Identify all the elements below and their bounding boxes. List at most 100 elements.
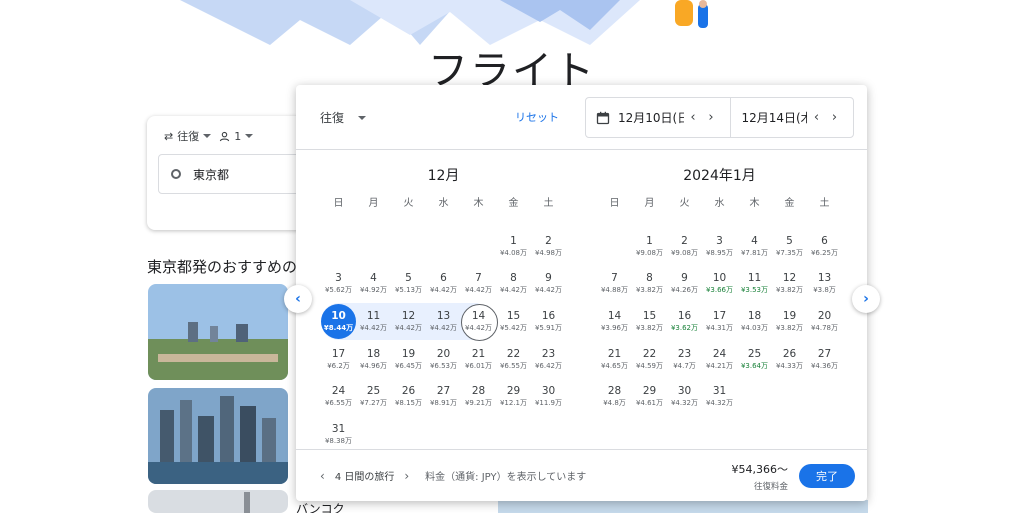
calendar-day[interactable]: 5 ¥7.35万 bbox=[772, 228, 807, 266]
calendar-day[interactable]: 27 ¥4.36万 bbox=[807, 340, 842, 378]
calendar-day[interactable]: 23 ¥6.42万 bbox=[531, 340, 566, 378]
calendar-day[interactable]: 20 ¥4.78万 bbox=[807, 303, 842, 341]
calendar-day[interactable]: 18 ¥4.96万 bbox=[356, 340, 391, 378]
day-price: ¥5.62万 bbox=[324, 286, 353, 295]
calendar-day[interactable]: 8 ¥3.82万 bbox=[632, 265, 667, 303]
passenger-selector[interactable]: 1 bbox=[219, 130, 254, 143]
calendar-day[interactable]: 24 ¥4.21万 bbox=[702, 340, 737, 378]
calendar-day[interactable]: 10 ¥8.44万 bbox=[321, 302, 356, 341]
trip-type-label: 往復 bbox=[320, 111, 345, 125]
calendar-day[interactable]: 8 ¥4.42万 bbox=[496, 265, 531, 303]
calendar-day[interactable]: 5 ¥5.13万 bbox=[391, 265, 426, 303]
calendar-day[interactable]: 14 ¥3.96万 bbox=[597, 303, 632, 341]
calendar-day[interactable]: 1 ¥9.08万 bbox=[632, 228, 667, 266]
calendar-day[interactable]: 29 ¥12.1万 bbox=[496, 378, 531, 416]
calendar-day[interactable]: 31 ¥8.38万 bbox=[321, 416, 356, 454]
calendar-day[interactable]: 15 ¥3.82万 bbox=[632, 303, 667, 341]
calendar-day[interactable]: 20 ¥6.53万 bbox=[426, 340, 461, 378]
calendar-day[interactable]: 3 ¥5.62万 bbox=[321, 265, 356, 303]
calendar-day[interactable]: 2 ¥9.08万 bbox=[667, 228, 702, 266]
calendar-day[interactable]: 18 ¥4.03万 bbox=[737, 303, 772, 341]
chevron-right-icon[interactable]: › bbox=[702, 110, 720, 125]
calendar-day[interactable]: 28 ¥9.21万 bbox=[461, 378, 496, 416]
map-preview[interactable] bbox=[498, 500, 868, 513]
chevron-left-icon[interactable]: ‹ bbox=[807, 110, 825, 125]
calendar-day[interactable]: 6 ¥6.25万 bbox=[807, 228, 842, 266]
calendar-day[interactable]: 13 ¥3.8万 bbox=[807, 265, 842, 303]
calendar-day[interactable]: 31 ¥4.32万 bbox=[702, 378, 737, 416]
calendar-day[interactable]: 16 ¥5.91万 bbox=[531, 303, 566, 341]
day-price: ¥6.25万 bbox=[810, 248, 839, 257]
destination-name[interactable]: バンコク bbox=[296, 500, 345, 513]
chevron-down-icon bbox=[358, 115, 367, 120]
day-number: 12 bbox=[782, 272, 797, 285]
day-price: ¥3.82万 bbox=[775, 286, 804, 295]
next-month-button[interactable]: › bbox=[852, 285, 880, 313]
day-number: 1 bbox=[510, 234, 517, 247]
day-price: ¥9.08万 bbox=[635, 248, 664, 257]
calendar-day[interactable]: 28 ¥4.8万 bbox=[597, 378, 632, 416]
swap-arrows-icon: ⇄ bbox=[164, 129, 174, 143]
calendar-day[interactable]: 19 ¥6.45万 bbox=[391, 340, 426, 378]
calendar-day[interactable]: 17 ¥4.31万 bbox=[702, 303, 737, 341]
calendar-day[interactable]: 22 ¥6.55万 bbox=[496, 340, 531, 378]
weekday-header: 水 bbox=[714, 198, 725, 209]
trip-type-dropdown[interactable]: 往復 bbox=[320, 109, 367, 126]
calendar-day[interactable]: 24 ¥6.55万 bbox=[321, 378, 356, 416]
calendar-day[interactable]: 19 ¥3.82万 bbox=[772, 303, 807, 341]
calendar-day[interactable]: 23 ¥4.7万 bbox=[667, 340, 702, 378]
return-date-field[interactable]: 12月14日(木 ‹ › bbox=[731, 98, 853, 137]
calendar-day[interactable]: 30 ¥11.9万 bbox=[531, 378, 566, 416]
calendar-day[interactable]: 25 ¥3.64万 bbox=[737, 340, 772, 378]
chevron-left-icon[interactable]: ‹ bbox=[320, 469, 325, 483]
calendar-day[interactable]: 2 ¥4.98万 bbox=[531, 228, 566, 266]
day-number: 23 bbox=[677, 347, 692, 360]
calendar-day[interactable]: 11 ¥3.53万 bbox=[737, 265, 772, 303]
departure-date-field[interactable]: 12月10日(日 ‹ › bbox=[586, 98, 732, 137]
empty-day-cell bbox=[391, 228, 426, 266]
calendar-day[interactable]: 22 ¥4.59万 bbox=[632, 340, 667, 378]
calendar-day[interactable]: 30 ¥4.32万 bbox=[667, 378, 702, 416]
calendar-day[interactable]: 6 ¥4.42万 bbox=[426, 265, 461, 303]
weekday-header: 火 bbox=[679, 198, 690, 209]
chevron-right-icon[interactable]: › bbox=[404, 469, 409, 483]
calendar-day[interactable]: 1 ¥4.08万 bbox=[496, 228, 531, 266]
done-button[interactable]: 完了 bbox=[799, 464, 855, 488]
destination-card-image[interactable] bbox=[148, 388, 288, 484]
calendar-day[interactable]: 4 ¥4.92万 bbox=[356, 265, 391, 303]
reset-button[interactable]: リセット bbox=[515, 109, 559, 125]
calendar-day[interactable]: 7 ¥4.88万 bbox=[597, 265, 632, 303]
calendar-day[interactable]: 14 ¥4.42万 bbox=[461, 302, 498, 341]
calendar-day[interactable]: 3 ¥8.95万 bbox=[702, 228, 737, 266]
calendar-day[interactable]: 10 ¥3.66万 bbox=[702, 265, 737, 303]
day-price: ¥4.42万 bbox=[464, 286, 493, 295]
calendar-day[interactable]: 9 ¥4.26万 bbox=[667, 265, 702, 303]
calendar-day[interactable]: 29 ¥4.61万 bbox=[632, 378, 667, 416]
chevron-right-icon[interactable]: › bbox=[825, 110, 843, 125]
calendar-day[interactable]: 17 ¥6.2万 bbox=[321, 340, 356, 378]
calendar-day[interactable]: 12 ¥3.82万 bbox=[772, 265, 807, 303]
calendar-day[interactable]: 21 ¥6.01万 bbox=[461, 340, 496, 378]
calendar-day[interactable]: 21 ¥4.65万 bbox=[597, 340, 632, 378]
chevron-left-icon[interactable]: ‹ bbox=[684, 110, 702, 125]
calendar-day[interactable]: 11 ¥4.42万 bbox=[356, 302, 391, 341]
day-price: ¥4.33万 bbox=[775, 361, 804, 370]
calendar-day[interactable]: 25 ¥7.27万 bbox=[356, 378, 391, 416]
calendar-day[interactable]: 4 ¥7.81万 bbox=[737, 228, 772, 266]
calendar-day[interactable]: 12 ¥4.42万 bbox=[391, 302, 426, 341]
destination-card-image[interactable] bbox=[148, 490, 288, 513]
origin-value: 東京都 bbox=[193, 167, 230, 182]
calendar-day[interactable]: 15 ¥5.42万 bbox=[496, 303, 531, 341]
calendar-day[interactable]: 26 ¥8.15万 bbox=[391, 378, 426, 416]
previous-month-button[interactable]: ‹ bbox=[284, 285, 312, 313]
trip-type-selector[interactable]: ⇄ 往復 bbox=[164, 128, 212, 144]
destination-card-image[interactable] bbox=[148, 284, 288, 380]
day-number: 15 bbox=[642, 310, 657, 323]
weekday-header: 月 bbox=[644, 198, 655, 209]
calendar-day[interactable]: 13 ¥4.42万 bbox=[426, 302, 461, 341]
calendar-day[interactable]: 26 ¥4.33万 bbox=[772, 340, 807, 378]
calendar-day[interactable]: 27 ¥8.91万 bbox=[426, 378, 461, 416]
calendar-day[interactable]: 16 ¥3.62万 bbox=[667, 303, 702, 341]
calendar-day[interactable]: 7 ¥4.42万 bbox=[461, 265, 496, 303]
calendar-day[interactable]: 9 ¥4.42万 bbox=[531, 265, 566, 303]
